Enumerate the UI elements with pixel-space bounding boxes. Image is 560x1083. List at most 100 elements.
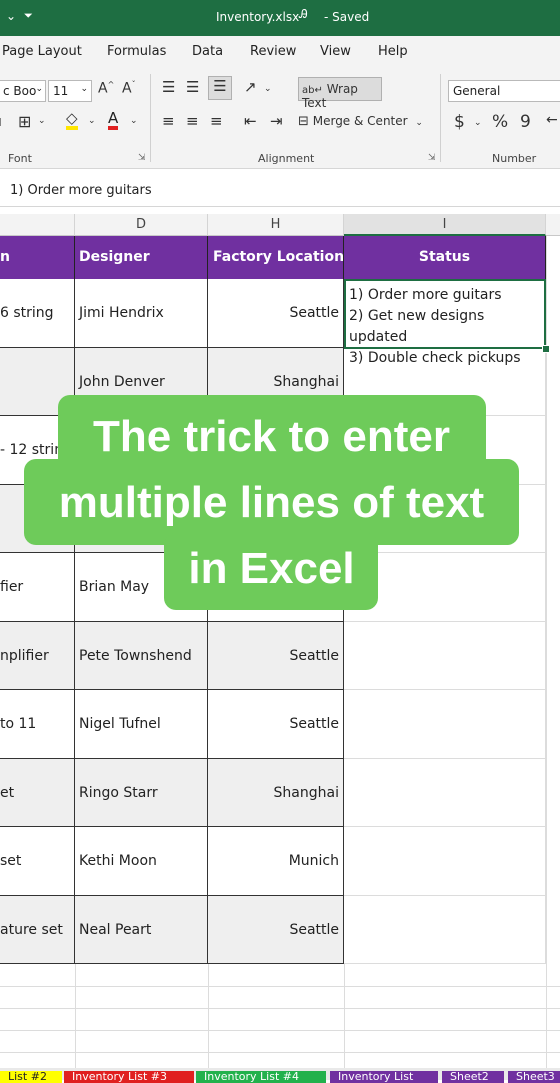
header-cell-factory-location[interactable]: Factory Location bbox=[208, 236, 344, 279]
table-row: et Ringo Starr Shanghai bbox=[0, 759, 546, 827]
font-size-select[interactable]: 11 ⌄ bbox=[48, 80, 92, 102]
align-center-icon[interactable]: ≡ bbox=[186, 112, 199, 130]
caption-line: in Excel bbox=[188, 544, 355, 593]
cell-designer[interactable]: Pete Townshend bbox=[75, 622, 208, 690]
group-label-alignment: Alignment bbox=[258, 152, 315, 165]
selected-status-cell[interactable]: 1) Order more guitars 2) Get new designs… bbox=[344, 279, 546, 366]
tab-help[interactable]: Help bbox=[378, 44, 408, 59]
formula-bar[interactable]: 1) Order more guitars bbox=[0, 174, 560, 207]
status-line: 2) Get new designs updated bbox=[349, 308, 485, 345]
column-header-c[interactable] bbox=[0, 214, 75, 236]
tab-page-layout[interactable]: Page Layout bbox=[2, 44, 82, 59]
cell-designer[interactable]: Ringo Starr bbox=[75, 759, 208, 827]
cell-designer[interactable]: Jimi Hendrix bbox=[75, 279, 208, 348]
chevron-down-icon[interactable]: ⌄ bbox=[264, 84, 272, 94]
sheet-tab[interactable]: Sheet3 bbox=[508, 1071, 560, 1083]
sheet-tab[interactable]: Inventory List #4 bbox=[196, 1071, 326, 1083]
tab-formulas[interactable]: Formulas bbox=[107, 44, 166, 59]
cell-designer[interactable]: Nigel Tufnel bbox=[75, 690, 208, 759]
share-person-icon[interactable]: Ꭿ bbox=[299, 7, 308, 22]
cell-status[interactable] bbox=[344, 896, 546, 964]
fill-handle[interactable] bbox=[542, 345, 550, 353]
currency-icon[interactable]: $ bbox=[454, 112, 465, 132]
chevron-down-icon[interactable]: ⌄ bbox=[130, 116, 138, 126]
table-row: nplifier Pete Townshend Seattle bbox=[0, 622, 546, 690]
tab-review[interactable]: Review bbox=[250, 44, 296, 59]
wrap-text-button[interactable]: ab↵ Wrap Text bbox=[298, 77, 382, 110]
align-top-icon[interactable]: ☰ bbox=[162, 78, 175, 96]
cell-product[interactable]: 6 string bbox=[0, 279, 75, 348]
borders-icon[interactable]: ⊞ bbox=[18, 112, 31, 131]
status-line: 1) Order more guitars bbox=[349, 287, 502, 303]
cell-factory-location[interactable]: Shanghai bbox=[208, 759, 344, 827]
cell-status[interactable] bbox=[344, 690, 546, 759]
font-dialog-launcher-icon[interactable]: ⇲ bbox=[138, 153, 146, 163]
sheet-tab[interactable]: Inventory List bbox=[330, 1071, 438, 1083]
cell-status[interactable] bbox=[344, 827, 546, 896]
undo-dropdown-icon[interactable]: ⌄ bbox=[6, 9, 16, 23]
italic-icon[interactable]: ı bbox=[0, 114, 2, 130]
save-status[interactable]: - Saved bbox=[324, 10, 369, 24]
align-left-icon[interactable]: ≡ bbox=[162, 112, 175, 130]
chevron-down-icon[interactable]: ⌄ bbox=[38, 116, 46, 126]
sheet-tab[interactable]: Inventory List #3 bbox=[64, 1071, 194, 1083]
ribbon-divider bbox=[440, 74, 441, 162]
decrease-indent-icon[interactable]: ⇤ bbox=[244, 112, 257, 130]
cell-factory-location[interactable]: Seattle bbox=[208, 896, 344, 964]
column-header-i[interactable]: I bbox=[344, 214, 546, 236]
ribbon: c Boo⌄ 11⌄ A^ Aˇ ı ⊞ ⌄ ◇ ⌄ A ⌄ Font ⇲ ☰ … bbox=[0, 68, 560, 169]
cell-product[interactable]: et bbox=[0, 759, 75, 827]
cell-factory-location[interactable]: Seattle bbox=[208, 690, 344, 759]
chevron-down-icon[interactable]: ⌄ bbox=[474, 118, 482, 128]
group-label-number: Number bbox=[492, 152, 537, 165]
number-format-select[interactable]: General bbox=[448, 80, 560, 102]
header-cell-product[interactable]: n bbox=[0, 236, 75, 279]
font-color-icon[interactable]: A bbox=[108, 110, 119, 130]
chevron-down-icon: ⌄ bbox=[415, 118, 423, 128]
increase-indent-icon[interactable]: ⇥ bbox=[270, 112, 283, 130]
sheet-tab[interactable]: List #2 bbox=[0, 1071, 62, 1083]
ribbon-tabs: Page Layout Formulas Data Review View He… bbox=[0, 36, 560, 68]
chevron-down-icon[interactable]: ⌄ bbox=[88, 116, 96, 126]
column-header-h[interactable]: H bbox=[208, 214, 344, 236]
sheet-tab[interactable]: Sheet2 bbox=[442, 1071, 504, 1083]
align-bottom-icon[interactable]: ☰ bbox=[208, 76, 232, 100]
chevron-down-icon: ⌄ bbox=[80, 84, 88, 94]
cell-designer[interactable]: Neal Peart bbox=[75, 896, 208, 964]
table-row: to 11 Nigel Tufnel Seattle bbox=[0, 690, 546, 759]
increase-decimal-icon[interactable]: ← bbox=[546, 112, 558, 128]
cell-product[interactable]: nplifier bbox=[0, 622, 75, 690]
align-right-icon[interactable]: ≡ bbox=[210, 112, 223, 130]
column-header-j[interactable] bbox=[546, 214, 560, 236]
header-cell-designer[interactable]: Designer bbox=[75, 236, 208, 279]
column-header-d[interactable]: D bbox=[75, 214, 208, 236]
cell-factory-location[interactable]: Seattle bbox=[208, 622, 344, 690]
merge-center-button[interactable]: ⊟ Merge & Center ⌄ bbox=[298, 114, 432, 136]
alignment-dialog-launcher-icon[interactable]: ⇲ bbox=[428, 153, 436, 163]
increase-font-size-icon[interactable]: A^ bbox=[98, 80, 114, 97]
cell-product[interactable]: ature set bbox=[0, 896, 75, 964]
status-line: 3) Double check pickups bbox=[349, 350, 521, 366]
cell-designer[interactable]: Kethi Moon bbox=[75, 827, 208, 896]
comma-style-icon[interactable]: 9 bbox=[520, 112, 531, 132]
cell-product[interactable]: set bbox=[0, 827, 75, 896]
sheet-tabs: List #2 Inventory List #3 Inventory List… bbox=[0, 1068, 560, 1083]
font-name-select[interactable]: c Boo ⌄ bbox=[0, 80, 46, 102]
orientation-icon[interactable]: ↗ bbox=[244, 78, 257, 96]
cell-status[interactable] bbox=[344, 759, 546, 827]
cell-status[interactable] bbox=[344, 622, 546, 690]
align-middle-icon[interactable]: ☰ bbox=[186, 78, 199, 96]
decrease-font-size-icon[interactable]: Aˇ bbox=[122, 80, 136, 97]
fill-color-icon[interactable]: ◇ bbox=[66, 110, 78, 130]
grid-line bbox=[344, 964, 345, 1068]
formula-bar-content[interactable]: 1) Order more guitars bbox=[10, 183, 152, 198]
cell-factory-location[interactable]: Seattle bbox=[208, 279, 344, 348]
caption-line: multiple lines of text bbox=[58, 478, 485, 527]
cell-product[interactable]: to 11 bbox=[0, 690, 75, 759]
header-cell-status[interactable]: Status bbox=[344, 236, 546, 279]
customize-toolbar-icon[interactable]: ⏷ bbox=[24, 9, 33, 23]
tab-view[interactable]: View bbox=[320, 44, 351, 59]
percent-icon[interactable]: % bbox=[492, 112, 508, 132]
cell-factory-location[interactable]: Munich bbox=[208, 827, 344, 896]
tab-data[interactable]: Data bbox=[192, 44, 223, 59]
